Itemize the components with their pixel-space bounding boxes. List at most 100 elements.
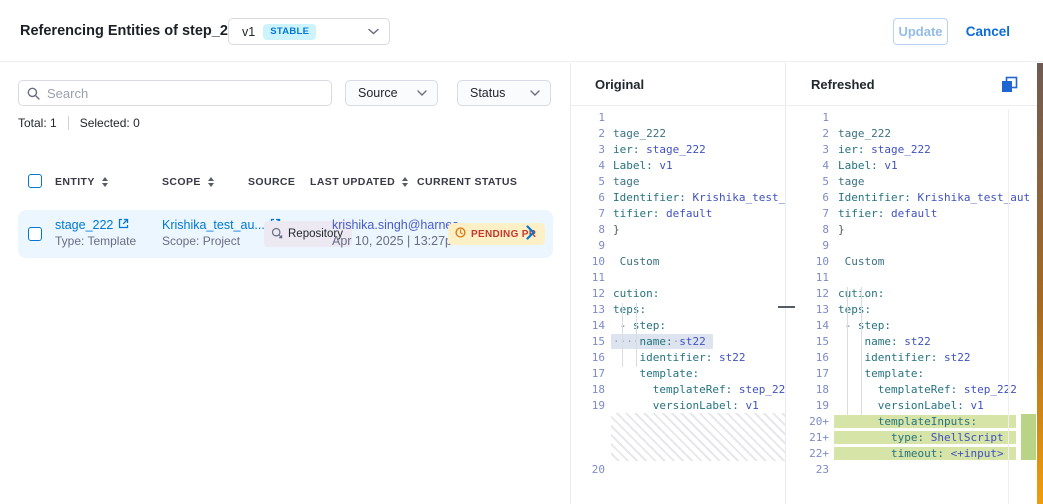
line-text: templateRef: step_222 bbox=[613, 383, 785, 396]
line-text: identifier: st22 bbox=[838, 351, 970, 364]
table-row[interactable]: stage_222Type: Template Krishika_test_au.… bbox=[18, 210, 553, 258]
refreshed-panel-title: Refreshed bbox=[811, 77, 875, 92]
code-line: 4 Label: v1 bbox=[787, 157, 1043, 173]
column-label: SCOPE bbox=[162, 176, 201, 188]
original-code-editor[interactable]: 12tage_2223ier: stage_2224Label: v15tage… bbox=[571, 109, 785, 504]
edge-scroll-strip bbox=[1037, 63, 1043, 504]
indent-guide bbox=[622, 303, 623, 367]
code-line: 10 Custom bbox=[571, 253, 785, 269]
scope-link[interactable]: Krishika_test_au... bbox=[162, 218, 265, 232]
sort-icon[interactable] bbox=[402, 177, 408, 187]
original-panel: Original 12tage_2223ier: stage_2224Label… bbox=[571, 63, 786, 504]
code-line: 8} bbox=[787, 221, 1043, 237]
column-label: CURRENT STATUS bbox=[417, 176, 517, 188]
code-line: 22+ timeout: <+input> bbox=[787, 445, 1043, 461]
line-text: tage_222 bbox=[838, 127, 891, 140]
search-input[interactable] bbox=[47, 86, 323, 101]
code-line: 5tage bbox=[787, 173, 1043, 189]
code-line: 14 - step: bbox=[571, 317, 785, 333]
line-text: teps: bbox=[613, 303, 646, 316]
line-number: 11 bbox=[571, 271, 605, 284]
line-text: name: st22 bbox=[838, 335, 931, 348]
source-filter-dropdown[interactable]: Source bbox=[345, 80, 438, 106]
line-number: 23 bbox=[787, 463, 829, 476]
code-line: 9 bbox=[787, 237, 1043, 253]
cancel-button[interactable]: Cancel bbox=[966, 24, 1010, 39]
code-line: 2 tage_222 bbox=[787, 125, 1043, 141]
column-header-entity[interactable]: ENTITY bbox=[55, 176, 108, 188]
line-text: Label: v1 bbox=[838, 159, 898, 172]
code-line: 20+ templateInputs: bbox=[787, 413, 1043, 429]
code-line: 11 bbox=[787, 269, 1043, 285]
diff-placeholder-gap bbox=[611, 413, 785, 461]
line-number: 4 bbox=[787, 159, 829, 172]
code-line: 8} bbox=[571, 221, 785, 237]
line-text: identifier: st22 bbox=[613, 351, 745, 364]
chevron-right-icon[interactable] bbox=[526, 225, 535, 245]
column-header-current-status: CURRENT STATUS bbox=[417, 176, 517, 188]
line-text: tage_222 bbox=[613, 127, 666, 140]
column-label: ENTITY bbox=[55, 176, 95, 188]
update-button[interactable]: Update bbox=[893, 18, 948, 45]
code-line: 13 teps: bbox=[571, 301, 785, 317]
code-line: 18 templateRef: step_222 bbox=[787, 381, 1043, 397]
column-header-scope[interactable]: SCOPE bbox=[162, 176, 214, 188]
line-number: 2 bbox=[787, 127, 829, 140]
line-number: 19 bbox=[571, 399, 605, 412]
column-header-last-updated[interactable]: LAST UPDATED bbox=[310, 176, 408, 188]
refreshed-panel-header: Refreshed bbox=[787, 63, 1043, 106]
line-number: 1 bbox=[571, 111, 605, 124]
code-line: 16 identifier: st22 bbox=[787, 349, 1043, 365]
page-title: Referencing Entities of step_222 bbox=[20, 23, 244, 39]
code-line: 1 bbox=[787, 109, 1043, 125]
line-number: 10 bbox=[787, 255, 829, 268]
line-number: 16 bbox=[571, 351, 605, 364]
row-checkbox[interactable] bbox=[28, 227, 42, 241]
select-all-checkbox[interactable] bbox=[28, 174, 42, 188]
line-number: 17 bbox=[787, 367, 829, 380]
search-box[interactable] bbox=[18, 80, 332, 106]
line-number: 18 bbox=[571, 383, 605, 396]
code-line: 18 templateRef: step_222 bbox=[571, 381, 785, 397]
line-number: 13 bbox=[571, 303, 605, 316]
line-text: - step: bbox=[838, 319, 891, 332]
line-number: 3 bbox=[787, 143, 829, 156]
entity-cell: stage_222Type: Template bbox=[55, 218, 136, 248]
code-line: 2tage_222 bbox=[571, 125, 785, 141]
sort-icon[interactable] bbox=[102, 177, 108, 187]
line-text: Identifier: Krishika_test_aut bbox=[838, 191, 1030, 204]
clock-icon bbox=[455, 227, 466, 241]
copy-icon[interactable] bbox=[1001, 76, 1018, 96]
version-selector[interactable]: v1 STABLE bbox=[228, 18, 390, 45]
line-text: ····name:·st22 bbox=[611, 334, 713, 349]
chevron-down-icon bbox=[417, 90, 427, 96]
repository-icon bbox=[271, 227, 283, 242]
status-filter-dropdown[interactable]: Status bbox=[457, 80, 551, 106]
line-text: type: ShellScript bbox=[834, 431, 1016, 444]
line-number: 5 bbox=[571, 175, 605, 188]
line-number: 6 bbox=[787, 191, 829, 204]
line-text: templateInputs: bbox=[834, 415, 1016, 428]
line-number: 3 bbox=[571, 143, 605, 156]
status-filter-label: Status bbox=[470, 86, 505, 100]
line-text: } bbox=[838, 223, 845, 236]
line-number: 7 bbox=[787, 207, 829, 220]
modal-header: Referencing Entities of step_222 v1 STAB… bbox=[0, 0, 1043, 62]
line-number: 19 bbox=[787, 399, 829, 412]
line-text: versionLabel: v1 bbox=[838, 399, 984, 412]
line-number: 9 bbox=[787, 239, 829, 252]
entity-link[interactable]: stage_222 bbox=[55, 218, 113, 232]
diff-splitter-marker bbox=[778, 306, 795, 308]
sort-icon[interactable] bbox=[208, 177, 214, 187]
code-line: 21+ type: ShellScript bbox=[787, 429, 1043, 445]
line-number: 5 bbox=[787, 175, 829, 188]
line-number: 12 bbox=[787, 287, 829, 300]
line-number: 22+ bbox=[787, 447, 829, 460]
refreshed-code-editor[interactable]: 12tage_2223ier: stage_2224Label: v15tage… bbox=[787, 109, 1043, 504]
chevron-down-icon bbox=[368, 28, 379, 35]
column-header-source: SOURCE bbox=[248, 176, 295, 188]
line-number: 20 bbox=[571, 463, 605, 476]
external-link-icon[interactable] bbox=[118, 218, 129, 232]
column-label: LAST UPDATED bbox=[310, 176, 395, 188]
version-value: v1 bbox=[242, 25, 255, 39]
